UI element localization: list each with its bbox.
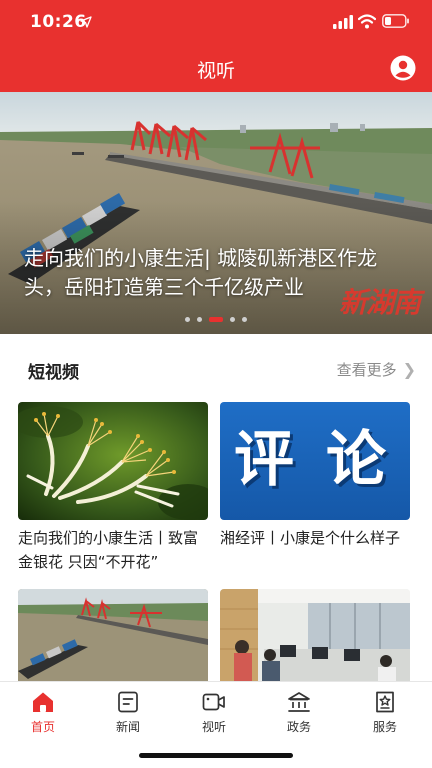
- location-arrow-icon: [80, 16, 92, 28]
- carousel-dot-active[interactable]: [209, 317, 223, 322]
- short-video-section-header: 短视频 查看更多 ❯: [0, 354, 432, 384]
- tab-news[interactable]: 新闻: [98, 690, 158, 735]
- carousel-indicator: [0, 309, 432, 322]
- service-icon: [376, 691, 394, 713]
- video-title: 走向我们的小康生活丨致富金银花 只因“不开花”: [18, 529, 199, 571]
- video-card[interactable]: 走向我们的小康生活丨致富金银花 只因“不开花”: [18, 402, 208, 574]
- carousel-dot[interactable]: [197, 317, 202, 322]
- user-profile-icon[interactable]: [390, 55, 416, 81]
- page-title: 视听: [196, 60, 235, 82]
- tab-label: 首页: [30, 720, 55, 734]
- see-more-link[interactable]: 查看更多 ❯: [337, 359, 416, 380]
- thumbnail-text: 论: [326, 425, 386, 495]
- video-icon: [202, 693, 225, 711]
- app-screen: 10:26 视听 走向我们的小康生活| 城陵矶新港区作龙头，岳阳打造第三个千亿级…: [0, 0, 432, 768]
- video-card[interactable]: [18, 589, 208, 681]
- carousel-dot[interactable]: [185, 317, 190, 322]
- home-indicator: [139, 753, 293, 758]
- video-thumbnail: [220, 589, 410, 681]
- tab-home[interactable]: 首页: [13, 690, 73, 735]
- video-title: 湘经评丨小康是个什么样子: [220, 529, 401, 547]
- tab-service[interactable]: 服务: [355, 690, 415, 735]
- wifi-icon: [358, 14, 376, 29]
- chevron-right-icon: ❯: [402, 360, 416, 379]
- section-title: 短视频: [28, 363, 79, 383]
- government-icon: [288, 692, 310, 712]
- carousel-dot[interactable]: [242, 317, 247, 322]
- news-icon: [118, 691, 138, 713]
- video-thumbnail: [18, 589, 208, 681]
- tab-label: 视听: [201, 720, 226, 734]
- hero-banner[interactable]: 走向我们的小康生活| 城陵矶新港区作龙头，岳阳打造第三个千亿级产业 新湖南: [0, 92, 432, 334]
- video-card[interactable]: 评 论 湘经评丨小康是个什么样子: [220, 402, 410, 550]
- video-card[interactable]: [220, 589, 410, 681]
- status-time: 10:26: [30, 12, 87, 32]
- video-thumbnail: [18, 402, 208, 520]
- app-header: 10:26 视听: [0, 0, 432, 92]
- tab-video[interactable]: 视听: [184, 690, 244, 735]
- carousel-dot[interactable]: [230, 317, 235, 322]
- home-icon: [33, 692, 53, 712]
- video-thumbnail: 评 论: [220, 402, 410, 520]
- thumbnail-text: 评: [234, 425, 294, 495]
- tab-label: 政务: [286, 720, 311, 734]
- status-bar: 10:26: [0, 0, 432, 46]
- tab-label: 新闻: [115, 720, 140, 734]
- battery-icon: [382, 14, 409, 28]
- cellular-signal-icon: [333, 15, 353, 29]
- tab-government[interactable]: 政务: [269, 690, 329, 735]
- tab-label: 服务: [372, 720, 397, 734]
